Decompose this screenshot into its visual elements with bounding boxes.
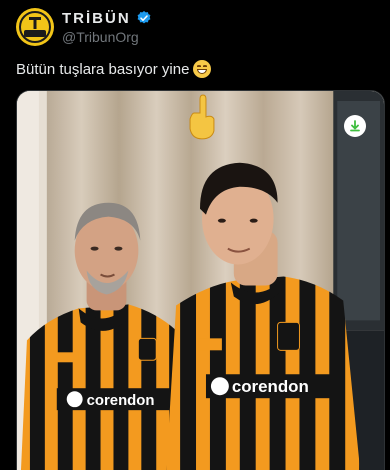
name-row: TRİBÜN <box>62 9 152 27</box>
tribun-logo-icon <box>29 17 41 29</box>
handle[interactable]: @TribunOrg <box>62 29 139 45</box>
tweet-text: Bütün tuşlara basıyor yine <box>16 60 212 78</box>
avatar[interactable] <box>16 8 54 46</box>
download-icon[interactable] <box>344 115 366 137</box>
tweet-header: TRİBÜN @TribunOrg <box>16 8 376 46</box>
svg-text:corendon: corendon <box>87 392 155 409</box>
svg-text:corendon: corendon <box>232 377 309 396</box>
grinning-face-icon <box>193 60 212 78</box>
photo-content: corendon corendon <box>17 91 384 470</box>
display-name[interactable]: TRİBÜN <box>62 10 131 27</box>
tweet-photo[interactable]: corendon corendon <box>16 90 385 470</box>
tweet-body: Bütün tuşlara basıyor yine <box>16 60 190 78</box>
verified-badge-icon <box>137 11 151 24</box>
